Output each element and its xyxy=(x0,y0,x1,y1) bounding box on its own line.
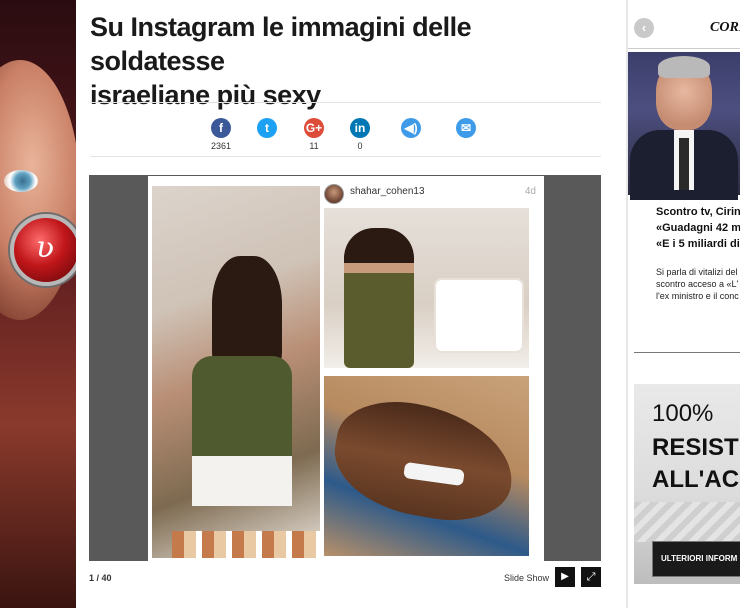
article-title-line-1: Su Instagram le immagini delle soldatess… xyxy=(90,12,472,76)
share-bar-bottom-divider xyxy=(90,156,601,157)
summary-line: l'ex ministro e il conc xyxy=(656,291,739,301)
linkedin-share-count: 0 xyxy=(357,141,363,151)
facebook-icon[interactable]: f xyxy=(211,118,231,138)
headline-line: Scontro tv, Cirino xyxy=(656,206,740,218)
facebook-share-count: 2361 xyxy=(210,141,232,151)
skin-advertisement[interactable]: ʋ xyxy=(0,0,76,608)
ad-eye-image xyxy=(4,170,38,192)
headline-line: «Guadagni 42 m xyxy=(656,222,740,234)
twitter-share-count xyxy=(254,141,280,151)
audio-icon[interactable]: ◀) xyxy=(401,118,421,138)
avatar xyxy=(324,184,344,204)
share-audio[interactable]: ◀) xyxy=(398,118,424,151)
gallery-photo[interactable]: shahar_cohen13 4d xyxy=(148,176,544,561)
share-linkedin[interactable]: in 0 xyxy=(347,118,373,151)
article-column: Su Instagram le immagini delle soldatess… xyxy=(76,0,626,608)
sidebar-news-summary: Si parla di vitalizi del scontro acceso … xyxy=(656,266,740,302)
newspaper-logo[interactable]: CORR xyxy=(710,20,740,36)
headline-line: «E i 5 miliardi di xyxy=(656,238,740,250)
photo-detail xyxy=(344,228,414,368)
audio-share-count xyxy=(398,141,424,151)
photo-gallery[interactable]: shahar_cohen13 4d xyxy=(89,175,601,561)
share-email[interactable]: ✉ xyxy=(453,118,479,151)
photo-detail xyxy=(658,56,710,78)
photo-detail xyxy=(192,456,292,506)
instagram-post-age: 4d xyxy=(524,186,536,197)
ad-ring-logo: ʋ xyxy=(10,214,76,286)
ring-monogram-icon: ʋ xyxy=(36,230,55,265)
sidebar-advertisement[interactable]: 100% RESISTE ALL'AC ULTERIORI INFORM xyxy=(634,384,740,584)
photo-beach xyxy=(324,376,529,556)
photo-selfie-left xyxy=(152,186,322,558)
gallery-footer: 1 / 40 Slide Show ▶ ⤢ xyxy=(89,563,601,593)
gallery-counter: 1 / 40 xyxy=(89,573,112,583)
sidebar: ‹ CORR Scontro tv, Cirino «Guadagni 42 m… xyxy=(628,0,740,608)
summary-line: scontro acceso a «L' xyxy=(656,279,739,289)
photo-detail xyxy=(679,138,689,190)
email-icon[interactable]: ✉ xyxy=(456,118,476,138)
play-icon[interactable]: ▶ xyxy=(555,567,575,587)
share-google-plus[interactable]: G+ 11 xyxy=(301,118,327,151)
ad-more-info-button[interactable]: ULTERIORI INFORM xyxy=(652,541,740,577)
social-share-bar: f 2361 t G+ 11 in 0 ◀) ✉ xyxy=(90,103,601,156)
sidebar-news-headline[interactable]: Scontro tv, Cirino «Guadagni 42 m «E i 5… xyxy=(656,204,740,252)
chevron-left-icon[interactable]: ‹ xyxy=(634,18,654,38)
ad-texture xyxy=(634,502,740,542)
photo-detail xyxy=(172,531,322,558)
photo-detail xyxy=(434,278,524,353)
google-plus-icon[interactable]: G+ xyxy=(304,118,324,138)
instagram-username: shahar_cohen13 xyxy=(350,186,425,197)
photo-detail xyxy=(192,356,292,466)
share-facebook[interactable]: f 2361 xyxy=(208,118,234,151)
linkedin-icon[interactable]: in xyxy=(350,118,370,138)
photo-detail xyxy=(325,391,523,531)
ad-headline-line-1: 100% xyxy=(652,400,714,427)
twitter-icon[interactable]: t xyxy=(257,118,277,138)
sidebar-news-photo[interactable] xyxy=(628,52,740,200)
email-share-count xyxy=(453,141,479,151)
slideshow-label[interactable]: Slide Show xyxy=(504,573,549,583)
share-twitter[interactable]: t xyxy=(254,118,280,151)
photo-uniform-selfie xyxy=(324,208,529,368)
google-plus-share-count: 11 xyxy=(309,141,319,151)
sidebar-header: ‹ CORR xyxy=(628,8,740,49)
instagram-post-header: shahar_cohen13 4d xyxy=(324,182,536,204)
ad-headline-line-2: RESISTE xyxy=(652,434,740,461)
summary-line: Si parla di vitalizi del xyxy=(656,267,738,277)
sidebar-divider-line xyxy=(634,352,740,353)
article-title: Su Instagram le immagini delle soldatess… xyxy=(90,10,610,112)
fullscreen-icon[interactable]: ⤢ xyxy=(581,567,601,587)
ad-headline-line-3: ALL'AC xyxy=(652,466,740,493)
